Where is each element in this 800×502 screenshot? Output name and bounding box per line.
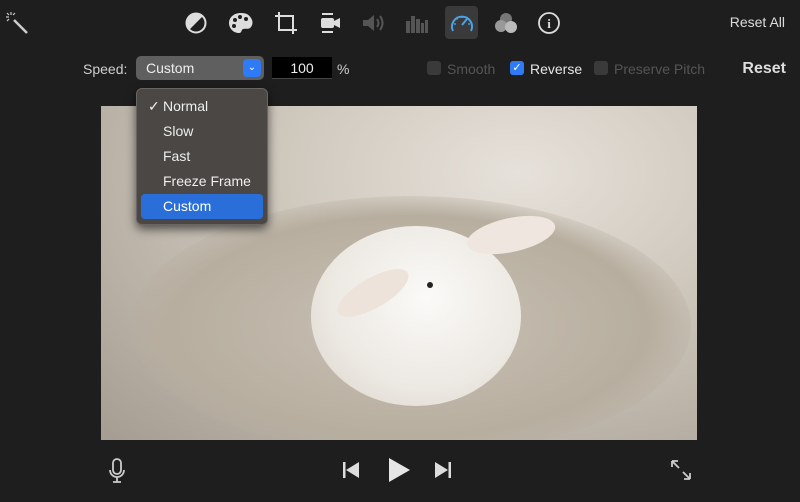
reverse-label: Reverse [530,61,583,77]
color-palette-icon[interactable] [226,8,256,38]
fullscreen-icon[interactable] [670,459,692,486]
skip-back-icon[interactable] [341,461,361,484]
svg-text:i: i [547,16,551,31]
skip-forward-icon[interactable] [433,461,453,484]
menu-item-slow[interactable]: Slow [141,119,263,144]
magic-wand-icon[interactable] [2,8,32,38]
speed-dropdown-menu: ✓ Normal Slow Fast Freeze Frame Custom [136,88,268,225]
speed-label: Speed: [83,61,128,77]
smooth-label: Smooth [447,61,496,77]
preserve-pitch-label: Preserve Pitch [614,61,706,77]
reset-all-button[interactable]: Reset All [730,14,785,30]
reset-button[interactable]: Reset [742,60,786,78]
play-icon[interactable] [386,456,412,489]
info-icon[interactable]: i [534,8,564,38]
crop-icon[interactable] [271,8,301,38]
menu-item-normal[interactable]: ✓ Normal [141,94,263,119]
color-balance-icon[interactable] [181,8,211,38]
preserve-pitch-checkbox[interactable] [594,61,608,75]
smooth-checkbox[interactable] [427,61,441,75]
menu-item-fast[interactable]: Fast [141,144,263,169]
stabilization-camera-icon[interactable] [315,8,345,38]
menu-item-freeze-frame[interactable]: Freeze Frame [141,169,263,194]
reverse-checkbox[interactable]: ✓ [510,61,524,75]
microphone-icon[interactable] [108,458,126,489]
equalizer-icon[interactable] [402,8,432,38]
menu-item-custom[interactable]: Custom [141,194,263,219]
speed-dropdown-value: Custom [146,60,195,76]
filters-icon[interactable] [491,8,521,38]
speed-gauge-icon[interactable] [445,6,478,39]
chevron-down-icon: ⌄ [243,59,261,77]
percent-label: % [337,61,350,77]
checkmark-icon: ✓ [148,98,160,114]
volume-icon[interactable] [358,8,388,38]
speed-dropdown[interactable]: Custom ⌄ [136,56,264,80]
speed-percent-input[interactable]: 100 [272,57,332,79]
